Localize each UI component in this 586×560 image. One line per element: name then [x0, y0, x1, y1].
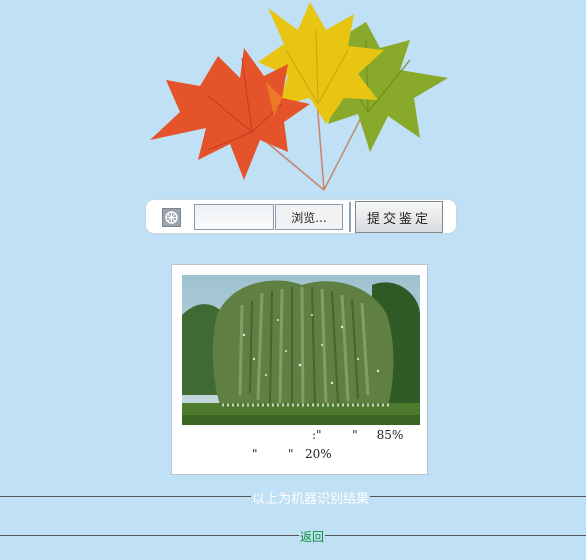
image-picker-icon[interactable] — [162, 208, 181, 227]
back-link[interactable]: 返回 — [299, 528, 326, 545]
upload-form: 浏览... 提交鉴定 — [145, 199, 457, 234]
toolbar-divider — [349, 202, 351, 232]
machine-result-caption: 以上为机器识别结果 — [251, 488, 371, 507]
submit-identify-button[interactable]: 提交鉴定 — [355, 201, 443, 233]
uploaded-tree-photo — [182, 275, 420, 425]
browse-button[interactable]: 浏览... — [275, 204, 343, 230]
result-second-match: " " 20% — [252, 447, 332, 461]
file-path-input[interactable] — [194, 204, 274, 230]
separator-line — [0, 535, 586, 536]
result-card: :" " 85% " " 20% — [171, 264, 428, 475]
maple-leaves-image — [150, 2, 448, 191]
result-top-match: :" " 85% — [312, 428, 404, 442]
